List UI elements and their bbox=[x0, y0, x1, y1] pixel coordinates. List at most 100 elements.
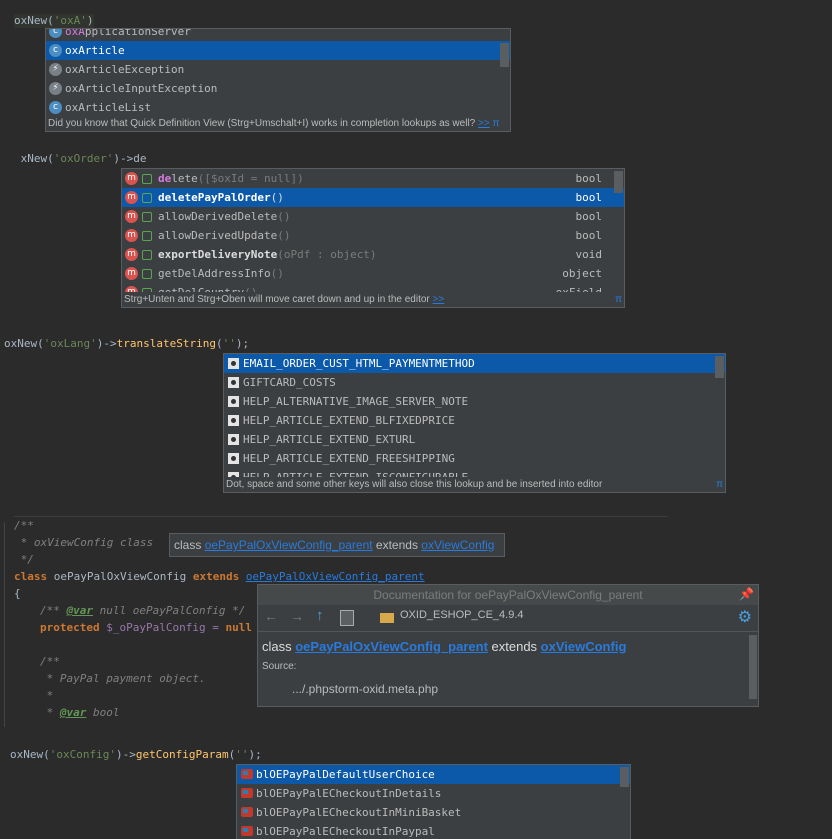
up-arrow-icon[interactable]: ↑ bbox=[316, 607, 324, 624]
forward-arrow-icon[interactable]: → bbox=[290, 608, 304, 624]
list-item[interactable]: m delete([$oxId = null]) bool bbox=[122, 169, 624, 188]
edit-source-icon[interactable] bbox=[340, 610, 354, 626]
scrollbar[interactable] bbox=[620, 767, 629, 787]
doc-base-link[interactable]: oxViewConfig bbox=[541, 639, 627, 654]
footer-link[interactable]: >> bbox=[433, 294, 445, 305]
list-item[interactable]: HELP_ARTICLE_EXTEND_FREESHIPPING bbox=[224, 449, 725, 468]
code-line-getconfigparam[interactable]: oxNew('oxConfig')->getConfigParam(''); bbox=[10, 748, 262, 762]
quick-info-tooltip: class oePayPalOxViewConfig_parent extend… bbox=[169, 533, 505, 557]
list-item[interactable]: m exportDeliveryNote(oPdf : object) void bbox=[122, 245, 624, 264]
list-item-selected[interactable]: c oxArticle bbox=[46, 41, 510, 60]
method-icon: m bbox=[125, 248, 138, 261]
list-item[interactable]: c oxArticleList bbox=[46, 98, 510, 117]
doc-var-line: * @var bool bbox=[40, 706, 120, 720]
list-item[interactable]: blOEPayPalECheckoutInMiniBasket bbox=[237, 803, 630, 822]
class-declaration[interactable]: class oePayPalOxViewConfig extends oePay… bbox=[14, 570, 425, 584]
item-text: blOEPayPalDefaultUserChoice bbox=[256, 768, 435, 781]
doc-comment: /** bbox=[40, 604, 67, 617]
match-text: de bbox=[158, 191, 172, 204]
public-lock-icon bbox=[142, 269, 152, 279]
code-text: oxNew( bbox=[4, 337, 44, 350]
item-text: letePayPalOrder bbox=[171, 191, 271, 204]
doc-comment: * bbox=[40, 689, 54, 702]
scrollbar[interactable] bbox=[715, 356, 724, 378]
item-params: () bbox=[270, 191, 284, 204]
list-item[interactable]: m allowDerivedDelete() bool bbox=[122, 207, 624, 226]
list-item[interactable]: m allowDerivedUpdate() bool bbox=[122, 226, 624, 245]
item-text: allowDerivedUpdate bbox=[158, 229, 278, 242]
item-text: GIFTCARD_COSTS bbox=[243, 376, 336, 389]
item-text: blOEPayPalECheckoutInMiniBasket bbox=[256, 806, 462, 819]
code-line-oxnew-oxa[interactable]: oxNew('oxA') bbox=[14, 14, 94, 28]
doc-comment: * PayPal payment object. bbox=[40, 672, 206, 685]
fold-gutter bbox=[4, 522, 5, 727]
public-lock-icon bbox=[142, 250, 152, 260]
doc-comment: /** bbox=[14, 519, 34, 532]
pi-icon[interactable]: π bbox=[492, 118, 499, 129]
class-icon: c bbox=[49, 44, 62, 57]
list-item[interactable]: HELP_ALTERNATIVE_IMAGE_SERVER_NOTE bbox=[224, 392, 725, 411]
item-text: lete bbox=[171, 172, 198, 185]
list-item-selected[interactable]: EMAIL_ORDER_CUST_HTML_PAYMENTMETHOD bbox=[224, 354, 725, 373]
item-text: oxArticleList bbox=[65, 101, 152, 114]
class-name: oePayPalOxViewConfig bbox=[47, 570, 193, 583]
list-item[interactable]: GIFTCARD_COSTS bbox=[224, 373, 725, 392]
property-declaration[interactable]: protected $_oPayPalConfig = null bbox=[40, 621, 252, 635]
pi-icon[interactable]: π bbox=[716, 477, 723, 492]
doc-comment: bool bbox=[86, 706, 120, 719]
code-text: oxNew( bbox=[14, 14, 54, 27]
item-text: oxArticleInputException bbox=[65, 82, 218, 95]
code-line-translatestring[interactable]: oxNew('oxLang')->translateString(''); bbox=[4, 337, 249, 351]
list-item[interactable]: blOEPayPalECheckoutInPaypal bbox=[237, 822, 630, 839]
code-text: xNew( bbox=[14, 152, 54, 165]
doc-comment: /** bbox=[40, 655, 60, 668]
code-string: 'oxA' bbox=[53, 14, 87, 27]
list-item[interactable]: blOEPayPalECheckoutInDetails bbox=[237, 784, 630, 803]
code-function: getConfigParam bbox=[135, 748, 229, 761]
list-item-selected[interactable]: blOEPayPalDefaultUserChoice bbox=[237, 765, 630, 784]
gear-icon[interactable]: ⚙ bbox=[738, 607, 752, 627]
doc-popup-title: Documentation for oePayPalOxViewConfig_p… bbox=[258, 585, 758, 605]
list-item[interactable]: ⚡ oxArticleInputException bbox=[46, 79, 510, 98]
doc-comment: * oxViewConfig class bbox=[14, 536, 154, 549]
scrollbar[interactable] bbox=[749, 635, 757, 699]
scrollbar[interactable] bbox=[500, 43, 509, 67]
footer-link[interactable]: >> bbox=[478, 118, 490, 129]
list-item[interactable]: ⚡ oxArticleException bbox=[46, 60, 510, 79]
keyword: null bbox=[225, 621, 252, 634]
tooltip-base-link[interactable]: oxViewConfig bbox=[421, 538, 494, 552]
item-type: bool bbox=[575, 229, 603, 242]
item-text: HELP_ARTICLE_EXTEND_BLFIXEDPRICE bbox=[243, 414, 455, 427]
popup-footer: Strg+Unten and Strg+Oben will move caret… bbox=[122, 292, 624, 307]
public-lock-icon bbox=[142, 212, 152, 222]
item-type: bool bbox=[575, 191, 603, 204]
code-line-oxorder[interactable]: xNew('oxOrder')->de bbox=[14, 152, 147, 166]
list-item[interactable]: c oxAoxApplicationServerpplicationServer bbox=[46, 29, 510, 41]
doc-parent-link[interactable]: oePayPalOxViewConfig_parent bbox=[295, 639, 488, 654]
item-params: (oPdf : object) bbox=[277, 248, 377, 261]
parent-class-link[interactable]: oePayPalOxViewConfig_parent bbox=[246, 570, 425, 583]
code-string: '' bbox=[235, 748, 249, 761]
code-text: ) bbox=[86, 14, 94, 27]
item-text: HELP_ARTICLE_EXTEND_FREESHIPPING bbox=[243, 452, 455, 465]
item-text: blOEPayPalECheckoutInPaypal bbox=[256, 825, 435, 838]
scrollbar[interactable] bbox=[614, 171, 623, 193]
item-params: () bbox=[277, 229, 291, 242]
folder-icon bbox=[380, 613, 394, 623]
code-string: 'oxLang' bbox=[43, 337, 97, 350]
back-arrow-icon[interactable]: ← bbox=[264, 608, 278, 624]
tooltip-parent-link[interactable]: oePayPalOxViewConfig_parent bbox=[205, 538, 373, 552]
list-item[interactable]: m getDelAddressInfo() object bbox=[122, 264, 624, 283]
pin-icon[interactable]: 📌 bbox=[739, 587, 754, 601]
translation-key-popup: EMAIL_ORDER_CUST_HTML_PAYMENTMETHOD GIFT… bbox=[223, 353, 726, 493]
list-item[interactable]: HELP_ARTICLE_EXTEND_EXTURL bbox=[224, 430, 725, 449]
item-text: HELP_ALTERNATIVE_IMAGE_SERVER_NOTE bbox=[243, 395, 469, 408]
list-item[interactable]: HELP_ARTICLE_EXTEND_BLFIXEDPRICE bbox=[224, 411, 725, 430]
footer-text: Strg+Unten and Strg+Oben will move caret… bbox=[124, 294, 430, 305]
doc-toolbar: ← → ↑ OXID_ESHOP_CE_4.9.4 ⚙ bbox=[258, 605, 758, 632]
code-string: '' bbox=[222, 337, 236, 350]
item-text: getDelAddressInfo bbox=[158, 267, 271, 280]
list-item-selected[interactable]: m deletePayPalOrder() bool bbox=[122, 188, 624, 207]
item-text: HELP_ARTICLE_EXTEND_EXTURL bbox=[243, 433, 416, 446]
pi-icon[interactable]: π bbox=[615, 292, 622, 307]
